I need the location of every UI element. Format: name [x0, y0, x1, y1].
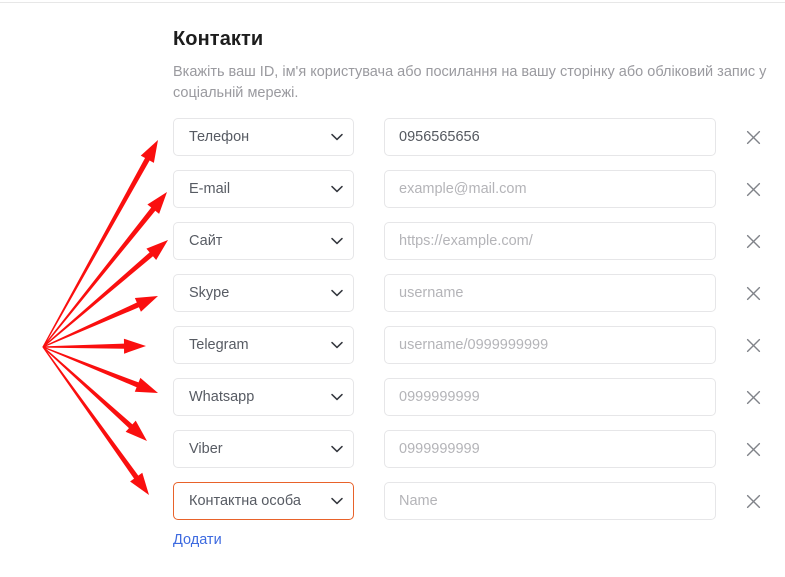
remove-contact-button[interactable]	[741, 229, 765, 253]
contact-type-label: Viber	[189, 441, 223, 457]
remove-contact-button[interactable]	[741, 333, 765, 357]
contact-row: Контактна особа	[173, 482, 773, 520]
contacts-list: Телефон E-mail Сайт Skype Telegram Whatsapp Vi…	[0, 0, 785, 577]
contact-value-input[interactable]	[384, 430, 716, 468]
add-contact-link[interactable]: Додати	[173, 532, 222, 548]
close-icon	[746, 390, 761, 405]
close-icon	[746, 338, 761, 353]
remove-contact-button[interactable]	[741, 281, 765, 305]
contact-row: Телефон	[173, 118, 773, 156]
contact-row: E-mail	[173, 170, 773, 208]
chevron-down-icon	[326, 274, 348, 312]
contact-row: Viber	[173, 430, 773, 468]
contact-value-input[interactable]	[384, 170, 716, 208]
close-icon	[746, 494, 761, 509]
contact-type-select[interactable]: Whatsapp	[173, 378, 354, 416]
remove-contact-button[interactable]	[741, 385, 765, 409]
chevron-down-icon	[326, 170, 348, 208]
contact-type-label: Телефон	[189, 129, 250, 145]
chevron-down-icon	[326, 430, 348, 468]
contact-type-label: Skype	[189, 285, 230, 301]
contacts-settings-page: Контакти Вкажіть ваш ID, ім'я користувач…	[0, 0, 785, 577]
contact-type-select[interactable]: Сайт	[173, 222, 354, 260]
contact-type-label: Сайт	[189, 233, 223, 249]
close-icon	[746, 182, 761, 197]
remove-contact-button[interactable]	[741, 125, 765, 149]
chevron-down-icon	[326, 118, 348, 156]
close-icon	[746, 442, 761, 457]
contact-value-input[interactable]	[384, 222, 716, 260]
contact-type-select[interactable]: Skype	[173, 274, 354, 312]
contact-value-input[interactable]	[384, 378, 716, 416]
contact-type-label: Контактна особа	[189, 493, 301, 509]
contact-value-input[interactable]	[384, 274, 716, 312]
contact-type-select[interactable]: Telegram	[173, 326, 354, 364]
contact-type-label: E-mail	[189, 181, 231, 197]
close-icon	[746, 234, 761, 249]
contact-row: Сайт	[173, 222, 773, 260]
contact-type-label: Telegram	[189, 337, 249, 353]
contact-type-select[interactable]: Контактна особа	[173, 482, 354, 520]
contact-row: Telegram	[173, 326, 773, 364]
chevron-down-icon	[326, 482, 348, 520]
contact-value-input[interactable]	[384, 482, 716, 520]
contact-row: Skype	[173, 274, 773, 312]
contact-type-label: Whatsapp	[189, 389, 255, 405]
contact-type-select[interactable]: Viber	[173, 430, 354, 468]
remove-contact-button[interactable]	[741, 489, 765, 513]
chevron-down-icon	[326, 378, 348, 416]
contact-type-select[interactable]: E-mail	[173, 170, 354, 208]
chevron-down-icon	[326, 222, 348, 260]
chevron-down-icon	[326, 326, 348, 364]
close-icon	[746, 130, 761, 145]
contact-type-select[interactable]: Телефон	[173, 118, 354, 156]
contact-value-input[interactable]	[384, 118, 716, 156]
close-icon	[746, 286, 761, 301]
remove-contact-button[interactable]	[741, 437, 765, 461]
contact-row: Whatsapp	[173, 378, 773, 416]
contact-value-input[interactable]	[384, 326, 716, 364]
remove-contact-button[interactable]	[741, 177, 765, 201]
